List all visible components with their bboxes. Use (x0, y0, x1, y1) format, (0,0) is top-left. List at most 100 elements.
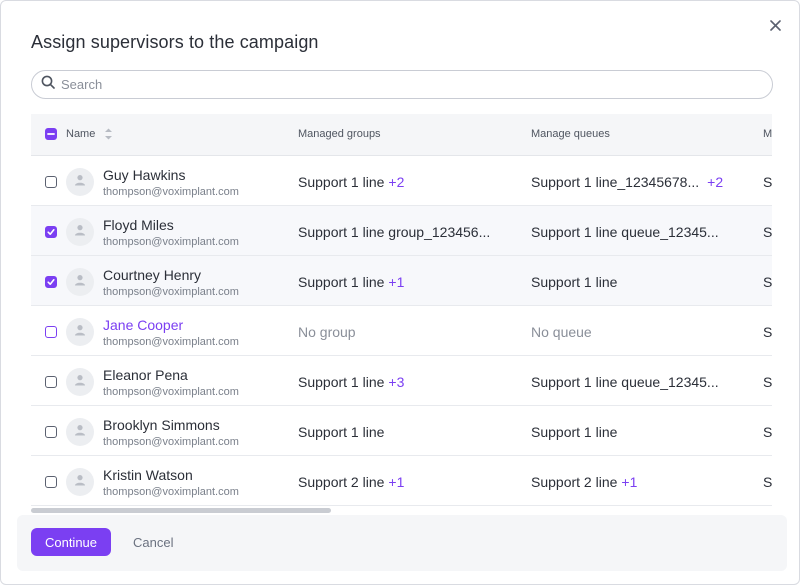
manage-queues-cell: Support 1 line (531, 274, 617, 290)
group-name: Support 1 line (298, 174, 385, 190)
dialog-title: Assign supervisors to the campaign (31, 32, 319, 52)
dialog-footer: Continue Cancel (17, 515, 787, 571)
user-email: thompson@voximplant.com (103, 436, 239, 448)
row-checkbox[interactable] (45, 176, 57, 188)
user-email: thompson@voximplant.com (103, 336, 239, 348)
avatar (66, 268, 94, 296)
queue-name: Support 1 line queue_12345... (531, 224, 719, 240)
user-email: thompson@voximplant.com (103, 486, 239, 498)
select-all-checkbox[interactable] (45, 128, 57, 140)
table-row[interactable]: Floyd Miles thompson@voximplant.com Suppor… (31, 206, 772, 256)
manage-queues-cell: Support 1 line (531, 424, 617, 440)
group-name: Support 1 line (298, 424, 385, 440)
search-input[interactable] (61, 77, 741, 92)
user-name: Floyd Miles (103, 217, 174, 233)
row-checkbox[interactable] (45, 476, 57, 488)
user-icon (74, 423, 86, 441)
manage-queues-cell: Support 1 line_12345678... +2 (531, 174, 723, 190)
manage-queues-cell: Support 1 line queue_12345... (531, 374, 719, 390)
group-name: No group (298, 324, 356, 340)
row-checkbox[interactable] (45, 226, 57, 238)
managed-groups-cell: Support 1 line +2 (298, 174, 404, 190)
user-icon (74, 223, 86, 241)
table-row[interactable]: Brooklyn Simmons thompson@voximplant.com S… (31, 406, 772, 456)
avatar (66, 368, 94, 396)
user-name[interactable]: Jane Cooper (103, 317, 183, 333)
sort-icon[interactable] (104, 127, 113, 144)
queue-name: Support 2 line (531, 474, 618, 490)
header-fourth-column: M (763, 128, 772, 140)
continue-button[interactable]: Continue (31, 528, 111, 556)
row-checkbox[interactable] (45, 426, 57, 438)
fourth-column-cell: S (763, 174, 772, 190)
user-name: Guy Hawkins (103, 167, 186, 183)
user-icon (74, 373, 86, 391)
manage-queues-cell: Support 1 line queue_12345... (531, 224, 719, 240)
header-manage-queues: Manage queues (531, 128, 610, 140)
table-row[interactable]: Eleanor Pena thompson@voximplant.com Suppo… (31, 356, 772, 406)
cancel-button[interactable]: Cancel (121, 528, 185, 556)
queue-name: Support 1 line (531, 424, 618, 440)
queue-more-badge[interactable]: +2 (707, 174, 723, 190)
group-name: Support 2 line (298, 474, 385, 490)
group-name: Support 1 line (298, 274, 385, 290)
user-email: thompson@voximplant.com (103, 386, 239, 398)
group-more-badge[interactable]: +3 (388, 374, 404, 390)
avatar (66, 218, 94, 246)
managed-groups-cell: Support 2 line +1 (298, 474, 404, 490)
header-name: Name (66, 128, 96, 140)
avatar (66, 418, 94, 446)
group-more-badge[interactable]: +1 (388, 474, 404, 490)
user-icon (74, 323, 86, 341)
user-email: thompson@voximplant.com (103, 236, 239, 248)
queue-name: Support 1 line queue_12345... (531, 374, 719, 390)
row-checkbox[interactable] (45, 326, 57, 338)
user-icon (74, 173, 86, 191)
managed-groups-cell: Support 1 line +3 (298, 374, 404, 390)
fourth-column-cell: S (763, 274, 772, 290)
group-name: Support 1 line group_123456... (298, 224, 491, 240)
header-managed-groups: Managed groups (298, 128, 381, 140)
table-header: Name Managed groups Manage queues M (31, 114, 772, 156)
user-name: Courtney Henry (103, 267, 202, 283)
avatar (66, 168, 94, 196)
group-more-badge[interactable]: +1 (388, 274, 404, 290)
fourth-column-cell: S (763, 324, 772, 340)
close-button[interactable] (765, 17, 785, 37)
group-more-badge[interactable]: +2 (388, 174, 404, 190)
search-box (31, 70, 773, 99)
assign-supervisors-dialog: Assign supervisors to the campaign Name … (0, 0, 800, 585)
user-icon (74, 273, 86, 291)
fourth-column-cell: S (763, 474, 772, 490)
fourth-column-cell: S (763, 424, 772, 440)
user-icon (74, 473, 86, 491)
table-row[interactable]: Kristin Watson thompson@voximplant.com Sup… (31, 456, 772, 506)
table-row[interactable]: Jane Cooper thompson@voximplant.com No gro… (31, 306, 772, 356)
user-name: Eleanor Pena (103, 367, 188, 383)
horizontal-scrollbar[interactable] (31, 508, 331, 513)
user-email: thompson@voximplant.com (103, 286, 239, 298)
table-row[interactable]: Guy Hawkins thompson@voximplant.com Suppor… (31, 156, 772, 206)
queue-name: No queue (531, 324, 592, 340)
manage-queues-cell: No queue (531, 324, 592, 340)
user-name: Brooklyn Simmons (103, 417, 220, 433)
managed-groups-cell: Support 1 line group_123456... (298, 224, 490, 240)
supervisors-table: Name Managed groups Manage queues M Guy … (31, 114, 772, 514)
fourth-column-cell: S (763, 374, 772, 390)
queue-name: Support 1 line (531, 274, 618, 290)
manage-queues-cell: Support 2 line +1 (531, 474, 637, 490)
table-row[interactable]: Courtney Henry thompson@voximplant.com Sup… (31, 256, 772, 306)
managed-groups-cell: No group (298, 324, 356, 340)
user-email: thompson@voximplant.com (103, 186, 239, 198)
group-name: Support 1 line (298, 374, 385, 390)
managed-groups-cell: Support 1 line +1 (298, 274, 404, 290)
avatar (66, 468, 94, 496)
close-icon (769, 18, 781, 36)
managed-groups-cell: Support 1 line (298, 424, 384, 440)
row-checkbox[interactable] (45, 376, 57, 388)
user-name: Kristin Watson (103, 467, 193, 483)
row-checkbox[interactable] (45, 276, 57, 288)
queue-name: Support 1 line_12345678... (531, 174, 700, 190)
search-icon (41, 75, 55, 94)
queue-more-badge[interactable]: +1 (621, 474, 637, 490)
